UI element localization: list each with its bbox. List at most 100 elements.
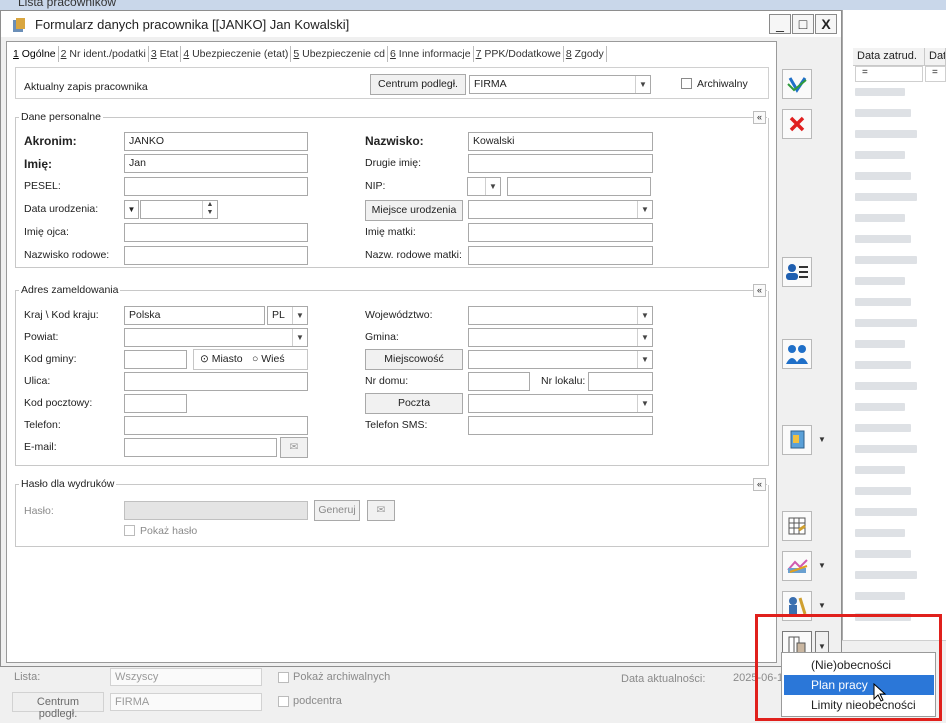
miejsce-urodzenia-select[interactable]: ▼ <box>468 200 653 219</box>
employee-card-icon[interactable] <box>782 257 812 287</box>
kraj-field[interactable]: Polska <box>124 306 265 325</box>
kod-pocztowy-field[interactable] <box>124 394 187 413</box>
nazwisko-field[interactable]: Kowalski <box>468 132 653 151</box>
sms-icon[interactable]: ✉ <box>367 500 395 521</box>
radio-wies[interactable]: ○ Wieś <box>252 353 285 365</box>
nip-prefix-select[interactable]: ▼ <box>467 177 501 196</box>
centrum-button-bg[interactable]: Centrum podległ. <box>12 692 104 720</box>
poczta-select[interactable]: ▼ <box>468 394 653 413</box>
tab-nr-ident[interactable]: 2 Nr ident./podatki <box>59 46 149 62</box>
tab-ubezpieczenie-cd[interactable]: 5 Ubezpieczenie cd <box>291 46 389 62</box>
tab-zgody[interactable]: 8 Zgody <box>564 46 607 62</box>
podcentra-checkbox[interactable] <box>278 696 289 707</box>
tab-inne-informacje[interactable]: 6 Inne informacje <box>388 46 474 62</box>
pesel-field[interactable] <box>124 177 308 196</box>
generuj-button[interactable]: Generuj <box>314 500 360 521</box>
blurred-row <box>855 550 911 558</box>
tab-bar: 1 Ogólne 2 Nr ident./podatki 3 Etat 4 Ubezp… <box>11 46 607 64</box>
haslo-field[interactable] <box>124 501 308 520</box>
filter-data[interactable]: = <box>925 66 946 82</box>
column-header-date-hired[interactable]: Data zatrud. <box>853 48 925 66</box>
imie-ojca-field[interactable] <box>124 223 308 242</box>
kod-gminy-field[interactable] <box>124 350 187 369</box>
centrum-select[interactable]: FIRMA ▼ <box>469 75 651 94</box>
radio-miasto[interactable]: ⊙ Miasto <box>200 353 243 365</box>
akronim-field[interactable]: JANKO <box>124 132 308 151</box>
miejscowosc-button[interactable]: Miejscowość <box>365 349 463 370</box>
chevron-down-icon: ▼ <box>637 351 652 368</box>
current-record-label: Aktualny zapis pracownika <box>24 81 148 93</box>
blurred-row <box>855 256 917 264</box>
highlight-annotation <box>755 614 942 721</box>
gmina-label: Gmina: <box>365 331 399 343</box>
kraj-label: Kraj \ Kod kraju: <box>24 309 99 321</box>
centrum-button[interactable]: Centrum podległ. <box>370 74 466 95</box>
send-email-icon[interactable]: ✉ <box>280 437 308 458</box>
nazwisko-rodowe-label: Nazwisko rodowe: <box>24 249 110 261</box>
save-icon[interactable] <box>782 69 812 99</box>
telefon-field[interactable] <box>124 416 308 435</box>
chevron-down-icon: ▼ <box>635 76 650 93</box>
email-label: E-mail: <box>24 441 57 453</box>
document-icon[interactable] <box>782 425 812 455</box>
miejsce-urodzenia-button[interactable]: Miejsce urodzenia <box>365 200 463 221</box>
telefon-sms-field[interactable] <box>468 416 653 435</box>
nazwisko-rodowe-field[interactable] <box>124 246 308 265</box>
tab-ppk[interactable]: 7 PPK/Dodatkowe <box>474 46 564 62</box>
miejscowosc-select[interactable]: ▼ <box>468 350 653 369</box>
kod-gminy-label: Kod gminy: <box>24 353 77 365</box>
archived-checkbox[interactable] <box>681 78 692 89</box>
data-urodzenia-field[interactable]: ▲ ▼ <box>140 200 218 219</box>
people-icon[interactable] <box>782 339 812 369</box>
nr-domu-field[interactable] <box>468 372 530 391</box>
tab-etat[interactable]: 3 Etat <box>149 46 182 62</box>
powiat-select[interactable]: ▼ <box>124 328 308 347</box>
chevron-down-icon: ▼ <box>637 329 652 346</box>
ulica-field[interactable] <box>124 372 308 391</box>
nr-lokalu-field[interactable] <box>588 372 653 391</box>
blurred-row <box>855 382 917 390</box>
form-client-area: 1 Ogólne 2 Nr ident./podatki 3 Etat 4 Ubezp… <box>6 41 777 663</box>
lista-select[interactable]: Wszyscy <box>110 668 262 686</box>
background-window-title: Lista pracowników <box>18 0 117 9</box>
show-archived-checkbox[interactable] <box>278 672 289 683</box>
filter-date-hired[interactable]: = <box>855 66 923 82</box>
chevron-down-icon: ▼ <box>292 307 307 324</box>
minimize-button[interactable]: _ <box>769 14 791 34</box>
drugie-imie-field[interactable] <box>468 154 653 173</box>
cancel-icon[interactable] <box>782 109 812 139</box>
wojewodztwo-select[interactable]: ▼ <box>468 306 653 325</box>
email-field[interactable] <box>124 438 277 457</box>
tab-ubezpieczenie-etat[interactable]: 4 Ubezpieczenie (etat) <box>181 46 292 62</box>
document-dropdown-arrow[interactable]: ▼ <box>815 425 829 455</box>
nip-field[interactable] <box>507 177 651 196</box>
tab-ogolne[interactable]: 1 Ogólne <box>11 46 59 62</box>
lista-label: Lista: <box>14 671 41 683</box>
chart-icon[interactable] <box>782 551 812 581</box>
blurred-row <box>855 508 917 516</box>
haslo-label: Hasło: <box>24 505 54 517</box>
column-header-data[interactable]: Data <box>925 48 946 66</box>
blurred-row <box>855 109 911 117</box>
calendar-grid-icon[interactable] <box>782 511 812 541</box>
show-password-checkbox[interactable] <box>124 525 135 536</box>
maximize-button[interactable]: □ <box>792 14 814 34</box>
imie-field[interactable]: Jan <box>124 154 308 173</box>
nazw-rodowe-matki-field[interactable] <box>468 246 653 265</box>
centrum-select-bg[interactable]: FIRMA <box>110 693 262 711</box>
data-urodzenia-label: Data urodzenia: <box>24 203 99 215</box>
kod-kraju-select[interactable]: PL ▼ <box>267 306 308 325</box>
chart-dropdown-arrow[interactable]: ▼ <box>815 551 829 581</box>
chevron-down-icon: ▼ <box>292 329 307 346</box>
blurred-row <box>855 151 905 159</box>
ulica-label: Ulica: <box>24 375 51 387</box>
poczta-button[interactable]: Poczta <box>365 393 463 414</box>
close-button[interactable]: X <box>815 14 837 34</box>
chevron-down-icon: ▼ <box>637 395 652 412</box>
date-dropdown-icon[interactable]: ▼ <box>124 200 139 219</box>
spinner-icon[interactable]: ▲ ▼ <box>202 201 217 218</box>
blurred-row <box>855 319 917 327</box>
dialog-title: Formularz danych pracownika [[JANKO] Jan… <box>35 17 350 32</box>
gmina-select[interactable]: ▼ <box>468 328 653 347</box>
imie-matki-field[interactable] <box>468 223 653 242</box>
